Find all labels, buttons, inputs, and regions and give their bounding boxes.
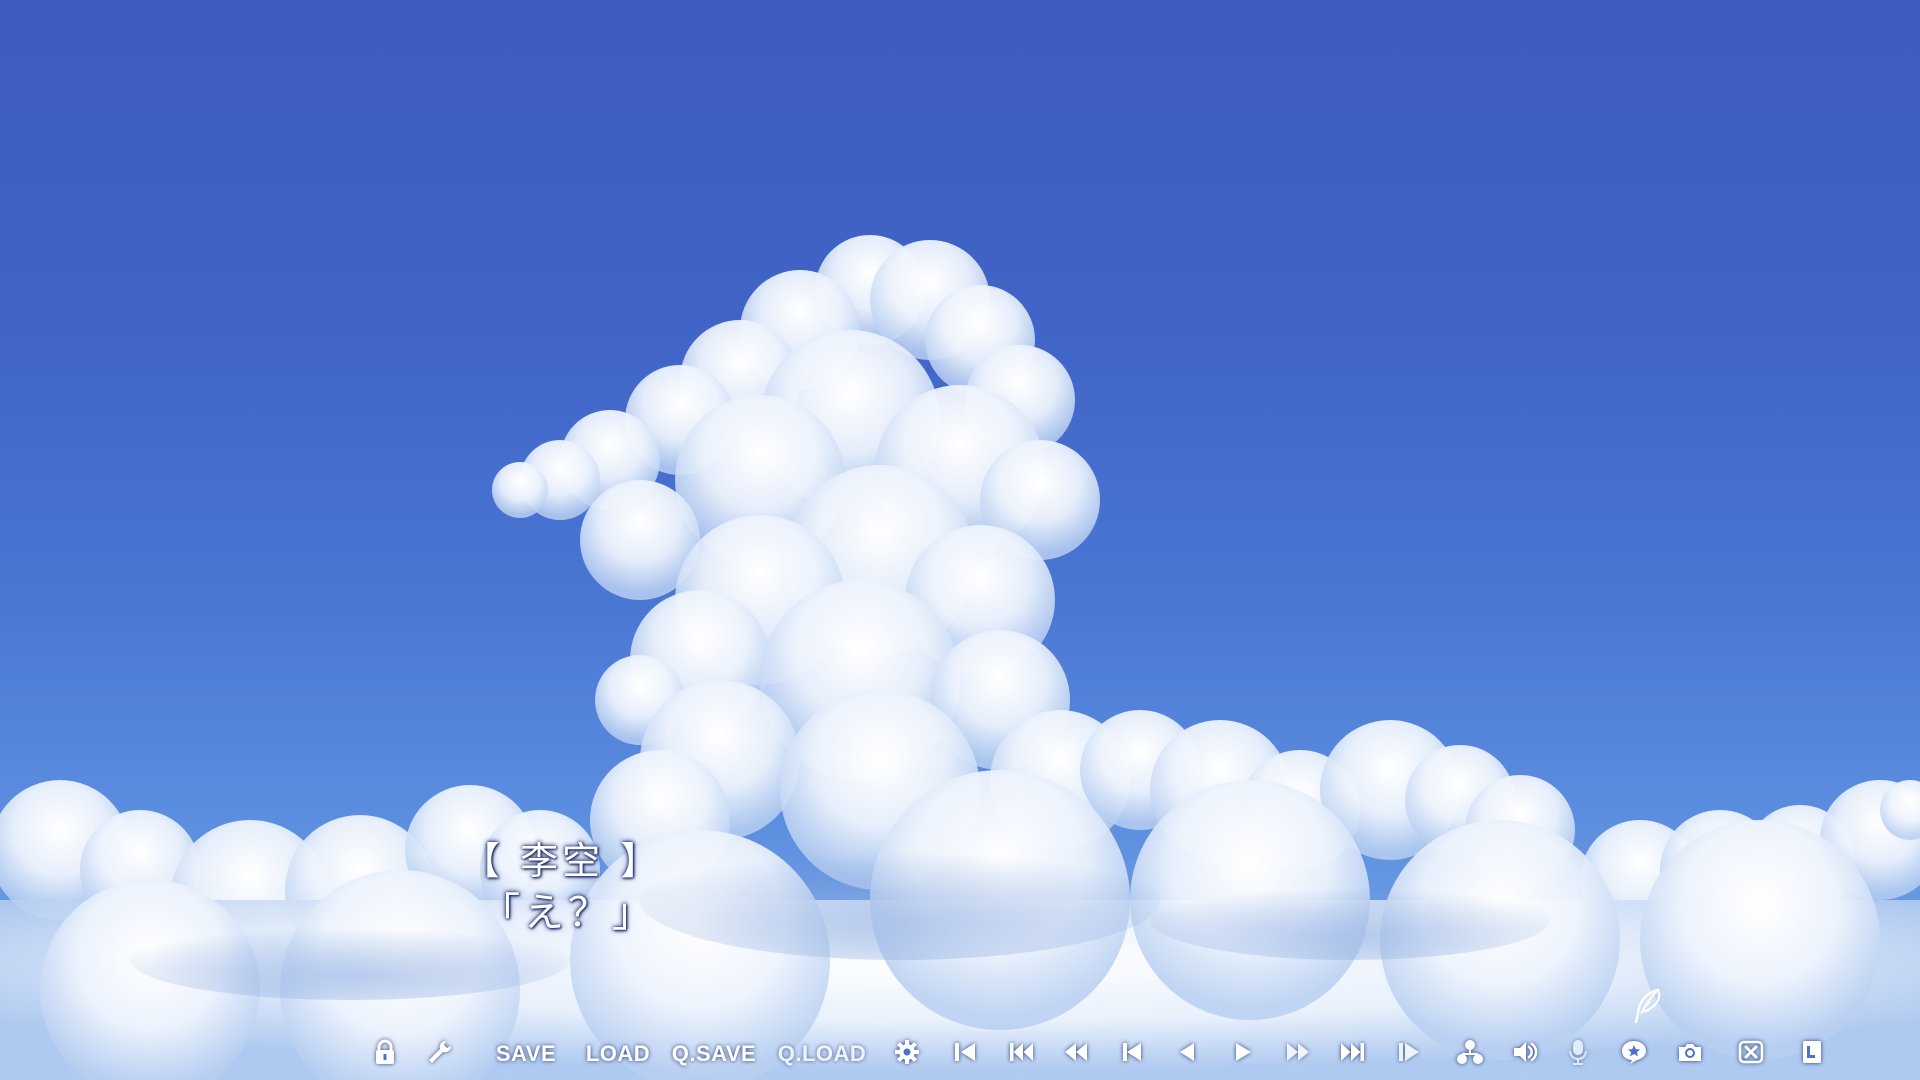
- screenshot-button[interactable]: [1673, 1036, 1707, 1072]
- gear-icon: [893, 1038, 921, 1070]
- rewind-icon: [1062, 1038, 1090, 1070]
- game-scene[interactable]: 【 李空 】 「え？」 SAVE LOAD Q.SAVE Q.LOAD: [0, 0, 1920, 1080]
- wrench-icon: [426, 1038, 454, 1070]
- dialogue-text[interactable]: 「え？」: [480, 880, 656, 938]
- quick-save-button[interactable]: Q.SAVE: [670, 1036, 758, 1072]
- microphone-icon: [1564, 1038, 1592, 1070]
- prev-choice-icon: [951, 1038, 979, 1070]
- fast-forward-button[interactable]: [1282, 1036, 1314, 1072]
- next-choice-icon: [1395, 1038, 1423, 1070]
- skip-back-icon: [1007, 1038, 1035, 1070]
- favorite-voice-button[interactable]: [1617, 1036, 1651, 1072]
- rewind-button[interactable]: [1060, 1036, 1092, 1072]
- voice-button[interactable]: [1562, 1036, 1594, 1072]
- prev-scene-icon: [1118, 1038, 1146, 1070]
- lock-icon: [371, 1038, 399, 1070]
- skip-back-button[interactable]: [1005, 1036, 1037, 1072]
- volume-button[interactable]: [1506, 1036, 1544, 1072]
- cloud-background: [0, 235, 1920, 1080]
- play-icon: [1229, 1038, 1257, 1070]
- star-bubble-icon: [1620, 1038, 1648, 1070]
- flowchart-icon: [1456, 1038, 1484, 1070]
- back-button[interactable]: [1171, 1036, 1203, 1072]
- config-tool-button[interactable]: [425, 1036, 455, 1072]
- hide-window-button[interactable]: [1734, 1036, 1768, 1072]
- flowchart-button[interactable]: [1451, 1036, 1489, 1072]
- prev-scene-button[interactable]: [1116, 1036, 1148, 1072]
- speaker-name: 【 李空 】: [462, 839, 663, 883]
- backlog-icon: [1798, 1038, 1826, 1070]
- save-button[interactable]: SAVE: [494, 1036, 558, 1072]
- prev-choice-button[interactable]: [949, 1036, 981, 1072]
- lock-button[interactable]: [370, 1036, 400, 1072]
- game-toolbar: SAVE LOAD Q.SAVE Q.LOAD: [0, 1028, 1920, 1080]
- feather-icon: [1628, 986, 1668, 1026]
- play-button[interactable]: [1227, 1036, 1259, 1072]
- close-window-icon: [1737, 1038, 1765, 1070]
- settings-button[interactable]: [891, 1036, 923, 1072]
- next-choice-button[interactable]: [1393, 1036, 1425, 1072]
- fast-forward-icon: [1284, 1038, 1312, 1070]
- back-icon: [1173, 1038, 1201, 1070]
- skip-forward-button[interactable]: [1337, 1036, 1369, 1072]
- load-button[interactable]: LOAD: [585, 1036, 651, 1072]
- skip-forward-icon: [1339, 1038, 1367, 1070]
- quick-load-button[interactable]: Q.LOAD: [776, 1036, 868, 1072]
- camera-icon: [1676, 1038, 1704, 1070]
- volume-icon: [1511, 1038, 1539, 1070]
- backlog-button[interactable]: [1797, 1036, 1827, 1072]
